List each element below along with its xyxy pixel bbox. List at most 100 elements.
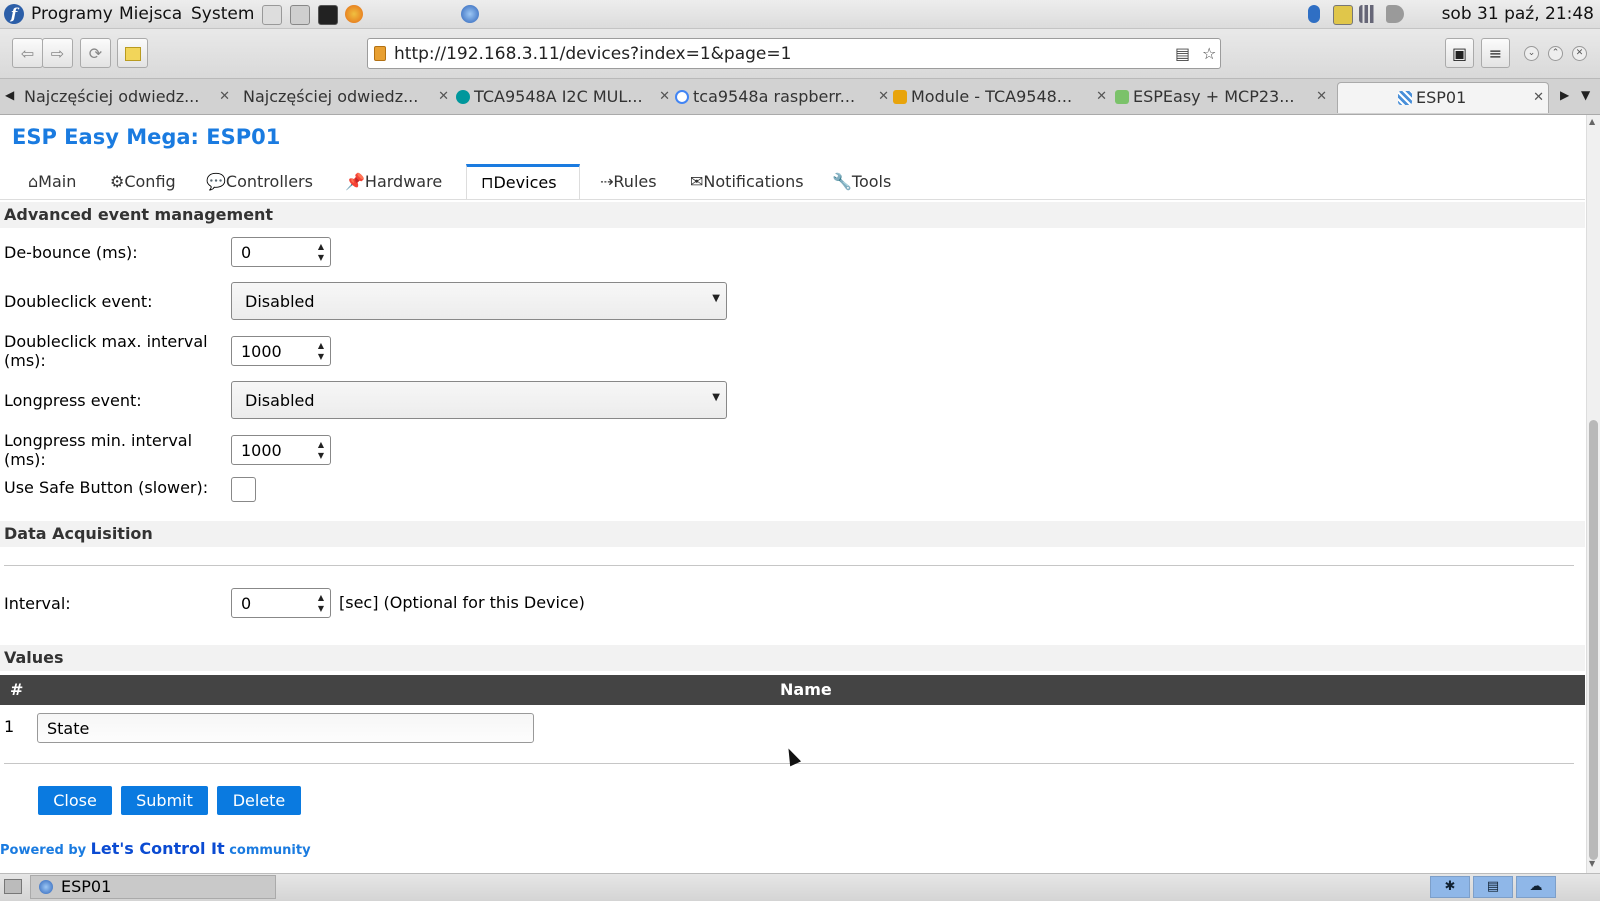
scroll-up-icon[interactable]: ▲	[1589, 117, 1595, 126]
system-bottom-panel: ESP01 ✱ ▤ ☁	[0, 873, 1600, 901]
volume-icon[interactable]	[1386, 5, 1404, 23]
tabs-scroll-right-icon[interactable]: ▶	[1560, 88, 1569, 102]
insecure-lock-icon[interactable]	[374, 46, 386, 61]
tray-document-icon[interactable]: ▤	[1473, 876, 1513, 898]
longpress-interval-input[interactable]: 1000 ▲ ▼	[231, 435, 331, 465]
tab-strip: ◀ Najczęściej odwiedz... ✕ Najczęściej o…	[0, 79, 1600, 115]
doubleclick-interval-value: 1000	[241, 342, 282, 361]
menu-tools[interactable]: 🔧Tools	[818, 164, 905, 199]
tab-close-icon[interactable]: ✕	[659, 82, 670, 112]
debounce-input[interactable]: 0 ▲ ▼	[231, 237, 331, 267]
value-name-input[interactable]: State	[37, 713, 534, 743]
tab-4[interactable]: tca9548a raspberr... ✕	[675, 82, 889, 113]
tab-close-icon[interactable]: ✕	[1533, 83, 1544, 113]
back-button[interactable]: ⇦	[12, 38, 43, 68]
footer-suffix: community	[229, 843, 311, 858]
launcher-terminal-icon[interactable]	[318, 5, 338, 25]
longpress-select[interactable]: Disabled ▼	[231, 381, 727, 419]
doubleclick-selected: Disabled	[245, 292, 315, 311]
longpress-interval-label: Longpress min. interval (ms):	[4, 431, 193, 469]
tabs-list-icon[interactable]: ▼	[1581, 88, 1590, 102]
tab-close-icon[interactable]: ✕	[878, 82, 889, 112]
tab-close-icon[interactable]: ✕	[1316, 82, 1327, 112]
menu-button[interactable]: ≡	[1481, 38, 1510, 68]
signal-strength-icon[interactable]	[1359, 5, 1377, 23]
tab-close-icon[interactable]: ✕	[438, 82, 449, 112]
doubleclick-select[interactable]: Disabled ▼	[231, 282, 727, 320]
spinner-icon[interactable]: ▲ ▼	[318, 439, 324, 461]
safe-button-checkbox[interactable]	[231, 477, 256, 502]
tab-5[interactable]: Module - TCA9548... ✕	[893, 82, 1107, 113]
footer-powered-by: Powered by Let's Control It community	[0, 839, 311, 858]
row-number: 1	[4, 717, 15, 736]
menu-notifications[interactable]: ✉Notifications	[676, 164, 818, 199]
bluetooth-icon[interactable]	[1308, 5, 1320, 23]
scrollbar-thumb[interactable]	[1589, 420, 1598, 860]
url-text[interactable]: http://192.168.3.11/devices?index=1&page…	[394, 44, 791, 64]
url-bar[interactable]: http://192.168.3.11/devices?index=1&page…	[367, 38, 1221, 69]
menu-applications[interactable]: Programy	[31, 4, 113, 24]
close-window-icon[interactable]: ✕	[1572, 46, 1587, 61]
new-bookmark-button[interactable]	[117, 38, 148, 68]
menu-main[interactable]: ⌂Main	[14, 164, 90, 199]
launcher-network-icon[interactable]	[461, 5, 479, 23]
menu-system[interactable]: System	[191, 4, 254, 24]
divider	[4, 565, 1574, 566]
spinner-icon[interactable]: ▲ ▼	[318, 340, 324, 362]
tab-title: TCA9548A I2C MUL...	[474, 87, 643, 106]
scroll-down-icon[interactable]: ▼	[1589, 859, 1595, 868]
section-data-acquisition-header: Data Acquisition	[0, 521, 1585, 547]
tabs-scroll-left-icon[interactable]: ◀	[5, 88, 14, 102]
maximize-window-icon[interactable]: ⌃	[1548, 46, 1563, 61]
library-button[interactable]: ▣	[1445, 38, 1474, 68]
tab-title: Module - TCA9548...	[911, 87, 1073, 106]
reload-button[interactable]: ⟳	[80, 38, 111, 68]
tab-title: ESPEasy + MCP23...	[1133, 87, 1295, 106]
close-button[interactable]: Close	[38, 786, 112, 815]
tab-6[interactable]: ESPEasy + MCP23... ✕	[1115, 82, 1327, 113]
interval-note: [sec] (Optional for this Device)	[339, 593, 585, 612]
home-icon	[1115, 90, 1129, 104]
launcher-clock-icon[interactable]	[262, 5, 282, 25]
longpress-selected: Disabled	[245, 391, 315, 410]
tray-weather-icon[interactable]: ☁	[1516, 876, 1556, 898]
tab-7-active[interactable]: ESP01 ✕	[1337, 82, 1549, 113]
menu-rules[interactable]: ⇢Rules	[586, 164, 671, 199]
delete-button[interactable]: Delete	[217, 786, 301, 815]
tab-2[interactable]: Najczęściej odwiedz... ✕	[243, 82, 449, 113]
tab-3[interactable]: TCA9548A I2C MUL... ✕	[456, 82, 670, 113]
menu-controllers[interactable]: 💬Controllers	[192, 164, 327, 199]
taskbar-window-button[interactable]: ESP01	[30, 875, 276, 899]
interval-input[interactable]: 0 ▲ ▼	[231, 588, 331, 618]
launcher-firefox-icon[interactable]	[345, 5, 363, 23]
menu-places[interactable]: Miejsca	[119, 4, 182, 24]
show-desktop-icon[interactable]	[4, 879, 22, 894]
spinner-icon[interactable]: ▲ ▼	[318, 241, 324, 263]
page-title: ESP Easy Mega: ESP01	[12, 125, 281, 149]
menu-hardware[interactable]: 📌Hardware	[331, 164, 456, 199]
reload-icon: ⟳	[88, 44, 103, 63]
menu-config[interactable]: ⚙Config	[96, 164, 190, 199]
launcher-notes-icon[interactable]	[290, 5, 310, 25]
page-scrollbar[interactable]: ▲ ▼	[1586, 115, 1600, 873]
arduino-icon	[456, 90, 470, 104]
footer-brand-link[interactable]: Let's Control It	[91, 839, 225, 858]
clock[interactable]: sob 31 paź, 21:48	[1442, 4, 1594, 24]
menu-devices[interactable]: ⊓Devices	[466, 164, 580, 199]
tab-1[interactable]: Najczęściej odwiedz... ✕	[24, 82, 230, 113]
minimize-window-icon[interactable]: ⌄	[1524, 46, 1539, 61]
tab-close-icon[interactable]: ✕	[219, 82, 230, 112]
spinner-icon[interactable]: ▲ ▼	[318, 592, 324, 614]
submit-button[interactable]: Submit	[121, 786, 208, 815]
tray-network-icon[interactable]: ✱	[1430, 876, 1470, 898]
arrow-right-icon: ⇨	[50, 44, 65, 63]
reader-view-icon[interactable]: ▤	[1175, 44, 1190, 63]
doubleclick-interval-input[interactable]: 1000 ▲ ▼	[231, 336, 331, 366]
tab-close-icon[interactable]: ✕	[1096, 82, 1107, 112]
forward-button[interactable]: ⇨	[42, 38, 73, 68]
display-icon[interactable]	[1333, 5, 1353, 25]
bookmark-star-icon[interactable]: ☆	[1202, 44, 1216, 63]
fedora-logo-icon[interactable]: f	[4, 4, 24, 24]
library-icon: ▣	[1451, 44, 1468, 63]
doubleclick-interval-label: Doubleclick max. interval (ms):	[4, 332, 208, 370]
